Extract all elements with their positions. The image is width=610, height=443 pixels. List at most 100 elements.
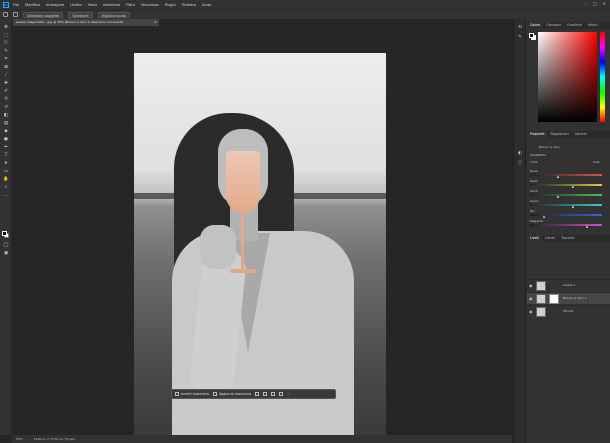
maximize-icon[interactable]: □ [593,1,597,6]
invert-mask-button[interactable]: Inverti maschera [175,392,209,396]
layer-row[interactable]: ◉ Livello 1 [527,279,610,291]
color-panel-tabs: Colore Campioni Gradienti Motivi [527,22,610,29]
color-field[interactable] [538,32,597,122]
layer-thumbnail[interactable] [536,294,546,304]
slider-knob[interactable] [571,205,574,208]
quick-select-tool-icon[interactable]: ✎ [3,49,9,54]
slider-track[interactable] [530,214,602,216]
more-options-icon[interactable]: ⋯ [287,392,290,396]
menu-finestra[interactable]: Finestra [182,3,196,7]
brush-panel-icon[interactable]: ✎ [517,35,523,41]
slider-knob[interactable] [586,225,589,228]
gradient-tool-icon[interactable]: ▤ [3,121,9,126]
slider-label: Gialli [530,179,538,183]
refresh-icon[interactable] [263,392,268,396]
menu-testo[interactable]: Testo [88,3,97,7]
slider-knob[interactable] [542,215,545,218]
type-tool-icon[interactable]: T [3,153,9,158]
slider-knob[interactable] [557,175,560,178]
clone-stamp-icon[interactable]: ⚲ [3,97,9,102]
menu-selezione[interactable]: Selezione [103,3,120,7]
slider-knob[interactable] [571,185,574,188]
screen-mode-icon[interactable]: ▣ [3,251,9,256]
history-brush-icon[interactable]: ↺ [3,105,9,110]
menu-filtro[interactable]: Filtro [126,3,135,7]
layer-row[interactable]: ◉ Sfondo [527,305,610,317]
menu-livello[interactable]: Livello [70,3,82,7]
select-subject-button[interactable]: Seleziona soggetto [23,11,64,18]
zoom-tool-icon[interactable]: ⌕ [3,185,9,190]
more-tools-icon[interactable]: … [3,193,9,198]
tab-motivi[interactable]: Motivi [585,22,601,29]
layer-name: Sfondo [563,309,574,313]
apply-icon[interactable] [279,392,284,396]
tab-colore[interactable]: Colore [527,22,544,29]
slider-track[interactable] [530,194,602,196]
dodge-tool-icon[interactable]: ● [3,137,9,142]
tab-gradienti[interactable]: Gradienti [564,22,585,29]
move-tool-icon[interactable]: ✥ [3,25,9,30]
preset-label[interactable]: Predefinito [530,153,546,157]
canvas-area[interactable] [13,26,513,438]
marquee-tool-icon[interactable]: ⬚ [3,33,9,38]
path-select-icon[interactable]: ➤ [3,161,9,166]
healing-brush-icon[interactable]: ✚ [3,81,9,86]
auto-button[interactable]: Auto [593,160,600,164]
brush-tool-icon[interactable]: ✐ [3,89,9,94]
layer-thumbnail[interactable] [536,281,546,291]
home-icon[interactable] [3,12,8,17]
slider-track[interactable] [530,174,602,176]
close-tab-icon[interactable]: × [154,19,157,26]
tab-regolazioni[interactable]: Regolazioni [547,131,571,138]
tab-librerie[interactable]: Librerie [572,131,590,138]
info-panel-icon[interactable]: ⓘ [517,161,523,167]
visibility-icon[interactable]: ◉ [529,309,533,314]
minimize-icon[interactable]: – [585,1,587,6]
mask-options-icon[interactable] [255,392,260,396]
delete-icon[interactable] [271,392,276,396]
lasso-tool-icon[interactable]: ➰ [3,41,9,46]
tab-campioni[interactable]: Campioni [543,22,564,29]
layer-thumbnail[interactable] [536,307,546,317]
eyedropper-tool-icon[interactable]: ⁄ [3,73,9,78]
menu-immagine[interactable]: Immagine [46,3,64,7]
tool-preset-icon[interactable] [13,12,18,17]
hue-slider[interactable] [600,32,605,122]
document-image[interactable] [134,53,386,438]
menu-visualizza[interactable]: Visualizza [141,3,159,7]
zoom-level[interactable]: 25% [16,437,23,441]
visibility-icon[interactable]: ◉ [529,283,533,288]
tab-proprieta[interactable]: Proprietà [527,131,548,138]
slider-track[interactable] [530,224,602,226]
menu-plugin[interactable]: Plugin [165,3,176,7]
close-icon[interactable]: × [603,1,606,6]
pen-tool-icon[interactable]: ✒ [3,145,9,150]
layer-name: Livello 1 [563,283,576,287]
slider-knob[interactable] [557,195,560,198]
slider-track[interactable] [530,184,602,186]
menu-aiuto[interactable]: Aiuto [202,3,211,7]
layer-row[interactable]: ◉ Bianco e nero 1 [527,292,610,304]
eraser-tool-icon[interactable]: ◧ [3,113,9,118]
quick-mask-icon[interactable]: ◯ [3,243,9,248]
slider-track[interactable] [530,204,602,206]
layer-mask-thumbnail[interactable] [549,294,559,304]
menu-file[interactable]: File [13,3,19,7]
history-panel-icon[interactable]: ⟲ [517,25,523,31]
adjustments-panel-icon[interactable]: ◐ [517,151,523,157]
brush-icon [212,392,217,396]
refine-edge-button[interactable]: Migliora bordo [97,11,130,18]
tint-label[interactable]: Tinta [530,160,538,164]
foreground-color-swatch[interactable] [2,231,7,236]
menu-modifica[interactable]: Modifica [25,3,40,7]
shape-tool-icon[interactable]: ▭ [3,169,9,174]
visibility-icon[interactable]: ◉ [529,296,533,301]
blur-tool-icon[interactable]: ◆ [3,129,9,134]
panel-foreground-swatch[interactable] [529,33,534,38]
frame-tool-icon[interactable]: ⊠ [3,65,9,70]
selection-button[interactable]: Selezione [68,11,93,18]
modify-mask-button[interactable]: Aggiorna maschera [212,392,251,396]
document-tab[interactable]: pexels-malgorzata-...jpg @ 25% (Bianco e… [13,19,159,26]
crop-tool-icon[interactable]: ⌗ [3,57,9,62]
hand-tool-icon[interactable]: ✋ [3,177,9,182]
